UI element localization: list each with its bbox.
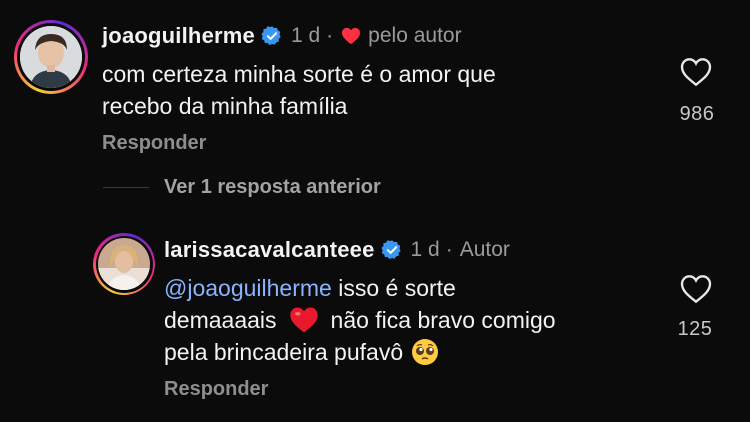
comment-time: 1 d xyxy=(290,24,321,47)
comment-text-segment: pela brincadeira pufavô xyxy=(164,339,404,365)
avatar-joaoguilherme[interactable] xyxy=(14,20,88,94)
comment-header: larissacavalcanteee 1 d · Autor xyxy=(164,236,510,264)
comment-text-line: com certeza minha sorte é o amor que xyxy=(102,61,496,87)
heart-filled-icon xyxy=(342,27,361,45)
avatar-photo-icon xyxy=(98,238,150,290)
replies-divider xyxy=(103,187,149,188)
pleading-face-emoji xyxy=(412,339,439,365)
like-count: 125 xyxy=(677,318,713,340)
liked-by-author-label: pelo autor xyxy=(368,24,462,47)
reply-button[interactable]: Responder xyxy=(164,378,268,401)
verified-badge-icon xyxy=(380,240,401,260)
like-count: 986 xyxy=(679,103,715,125)
heart-outline-icon[interactable] xyxy=(680,57,712,87)
reply-button[interactable]: Responder xyxy=(102,132,206,155)
username[interactable]: larissacavalcanteee xyxy=(164,237,375,263)
verified-badge-icon xyxy=(261,26,281,46)
comment-text: com certeza minha sorte é o amor que rec… xyxy=(102,58,496,122)
comment-text-line: recebo da minha família xyxy=(102,93,348,119)
username[interactable]: joaoguilherme xyxy=(102,23,255,49)
separator-dot: · xyxy=(445,238,453,261)
avatar-photo-icon xyxy=(20,26,82,88)
heart-outline-icon[interactable] xyxy=(680,274,712,304)
comment-text: @joaoguilherme isso é sorte demaaaais nã… xyxy=(164,272,556,368)
avatar-larissacavalcanteee[interactable] xyxy=(93,233,155,295)
red-heart-emoji xyxy=(289,307,318,333)
comment-text-segment: isso é sorte xyxy=(331,275,456,301)
comment-text-segment: não fica bravo comigo xyxy=(330,307,556,333)
comment-time: 1 d xyxy=(410,238,440,261)
mention-link[interactable]: @joaoguilherme xyxy=(164,272,332,304)
comment-header: joaoguilherme 1 d · pelo autor xyxy=(102,22,462,50)
author-badge: Autor xyxy=(459,238,510,261)
view-previous-replies-button[interactable]: Ver 1 resposta anterior xyxy=(164,176,381,199)
separator-dot: · xyxy=(326,24,334,47)
comment-text-segment: demaaaais xyxy=(164,307,277,333)
